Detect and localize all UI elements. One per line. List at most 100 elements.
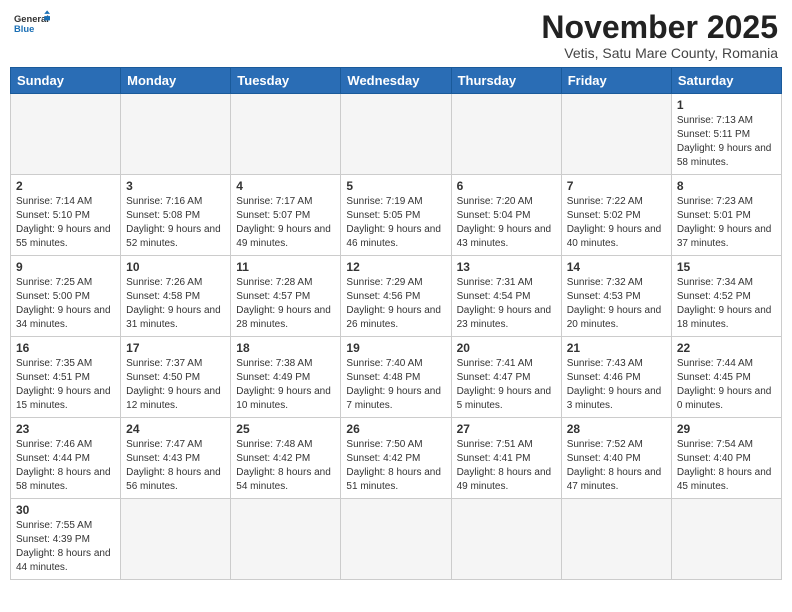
calendar-cell [121, 94, 231, 175]
calendar-cell: 16 Sunrise: 7:35 AM Sunset: 4:51 PM Dayli… [11, 337, 121, 418]
day-number: 14 [567, 260, 666, 274]
day-info: Sunrise: 7:20 AM Sunset: 5:04 PM Dayligh… [457, 195, 556, 251]
day-info: Sunrise: 7:25 AM Sunset: 5:00 PM Dayligh… [16, 276, 115, 332]
day-number: 27 [457, 422, 556, 436]
calendar-cell [341, 94, 451, 175]
calendar-cell: 8 Sunrise: 7:23 AM Sunset: 5:01 PM Daylig… [671, 175, 781, 256]
calendar-cell [671, 499, 781, 580]
day-info: Sunrise: 7:55 AM Sunset: 4:39 PM Dayligh… [16, 519, 115, 575]
day-number: 26 [346, 422, 445, 436]
svg-text:General: General [14, 14, 49, 24]
day-number: 8 [677, 179, 776, 193]
weekday-header-thursday: Thursday [451, 68, 561, 94]
page-header: General Blue November 2025 Vetis, Satu M… [10, 10, 782, 61]
day-number: 11 [236, 260, 335, 274]
day-number: 1 [677, 98, 776, 112]
day-number: 16 [16, 341, 115, 355]
weekday-header-saturday: Saturday [671, 68, 781, 94]
title-block: November 2025 Vetis, Satu Mare County, R… [541, 10, 778, 61]
calendar-cell: 17 Sunrise: 7:37 AM Sunset: 4:50 PM Dayli… [121, 337, 231, 418]
location-subtitle: Vetis, Satu Mare County, Romania [541, 45, 778, 61]
day-info: Sunrise: 7:51 AM Sunset: 4:41 PM Dayligh… [457, 438, 556, 494]
day-number: 12 [346, 260, 445, 274]
calendar-cell: 28Sunrise: 7:52 AM Sunset: 4:40 PM Dayli… [561, 418, 671, 499]
calendar-cell [11, 94, 121, 175]
day-info: Sunrise: 7:16 AM Sunset: 5:08 PM Dayligh… [126, 195, 225, 251]
calendar-week-1: 1 Sunrise: 7:13 AM Sunset: 5:11 PM Daylig… [11, 94, 782, 175]
calendar-week-5: 23Sunrise: 7:46 AM Sunset: 4:44 PM Dayli… [11, 418, 782, 499]
calendar-cell [231, 499, 341, 580]
day-number: 15 [677, 260, 776, 274]
calendar-cell [561, 499, 671, 580]
day-info: Sunrise: 7:38 AM Sunset: 4:49 PM Dayligh… [236, 357, 335, 413]
calendar-cell: 27 Sunrise: 7:51 AM Sunset: 4:41 PM Dayli… [451, 418, 561, 499]
calendar-cell: 7 Sunrise: 7:22 AM Sunset: 5:02 PM Daylig… [561, 175, 671, 256]
weekday-header-sunday: Sunday [11, 68, 121, 94]
calendar-week-6: 30Sunrise: 7:55 AM Sunset: 4:39 PM Dayli… [11, 499, 782, 580]
day-info: Sunrise: 7:22 AM Sunset: 5:02 PM Dayligh… [567, 195, 666, 251]
day-info: Sunrise: 7:52 AM Sunset: 4:40 PM Dayligh… [567, 438, 666, 494]
day-number: 6 [457, 179, 556, 193]
day-number: 5 [346, 179, 445, 193]
day-info: Sunrise: 7:47 AM Sunset: 4:43 PM Dayligh… [126, 438, 225, 494]
month-title: November 2025 [541, 10, 778, 45]
day-number: 18 [236, 341, 335, 355]
day-number: 4 [236, 179, 335, 193]
calendar-cell [561, 94, 671, 175]
day-info: Sunrise: 7:50 AM Sunset: 4:42 PM Dayligh… [346, 438, 445, 494]
calendar-cell: 30Sunrise: 7:55 AM Sunset: 4:39 PM Dayli… [11, 499, 121, 580]
calendar-table: SundayMondayTuesdayWednesdayThursdayFrid… [10, 67, 782, 580]
day-number: 7 [567, 179, 666, 193]
day-info: Sunrise: 7:31 AM Sunset: 4:54 PM Dayligh… [457, 276, 556, 332]
day-info: Sunrise: 7:23 AM Sunset: 5:01 PM Dayligh… [677, 195, 776, 251]
day-number: 22 [677, 341, 776, 355]
calendar-cell: 22 Sunrise: 7:44 AM Sunset: 4:45 PM Dayli… [671, 337, 781, 418]
weekday-header-friday: Friday [561, 68, 671, 94]
calendar-cell: 29 Sunrise: 7:54 AM Sunset: 4:40 PM Dayli… [671, 418, 781, 499]
calendar-cell: 3 Sunrise: 7:16 AM Sunset: 5:08 PM Daylig… [121, 175, 231, 256]
day-info: Sunrise: 7:44 AM Sunset: 4:45 PM Dayligh… [677, 357, 776, 413]
calendar-cell [451, 499, 561, 580]
calendar-cell [121, 499, 231, 580]
day-number: 20 [457, 341, 556, 355]
day-info: Sunrise: 7:32 AM Sunset: 4:53 PM Dayligh… [567, 276, 666, 332]
day-number: 23 [16, 422, 115, 436]
day-number: 21 [567, 341, 666, 355]
day-info: Sunrise: 7:13 AM Sunset: 5:11 PM Dayligh… [677, 114, 776, 170]
day-info: Sunrise: 7:26 AM Sunset: 4:58 PM Dayligh… [126, 276, 225, 332]
calendar-cell: 11Sunrise: 7:28 AM Sunset: 4:57 PM Dayli… [231, 256, 341, 337]
day-number: 10 [126, 260, 225, 274]
weekday-header-tuesday: Tuesday [231, 68, 341, 94]
calendar-cell: 25Sunrise: 7:48 AM Sunset: 4:42 PM Dayli… [231, 418, 341, 499]
day-info: Sunrise: 7:29 AM Sunset: 4:56 PM Dayligh… [346, 276, 445, 332]
calendar-cell [341, 499, 451, 580]
day-info: Sunrise: 7:17 AM Sunset: 5:07 PM Dayligh… [236, 195, 335, 251]
day-number: 25 [236, 422, 335, 436]
day-number: 24 [126, 422, 225, 436]
day-info: Sunrise: 7:35 AM Sunset: 4:51 PM Dayligh… [16, 357, 115, 413]
calendar-cell: 5 Sunrise: 7:19 AM Sunset: 5:05 PM Daylig… [341, 175, 451, 256]
weekday-header-row: SundayMondayTuesdayWednesdayThursdayFrid… [11, 68, 782, 94]
day-number: 2 [16, 179, 115, 193]
day-number: 29 [677, 422, 776, 436]
calendar-week-4: 16 Sunrise: 7:35 AM Sunset: 4:51 PM Dayli… [11, 337, 782, 418]
day-info: Sunrise: 7:54 AM Sunset: 4:40 PM Dayligh… [677, 438, 776, 494]
day-number: 13 [457, 260, 556, 274]
day-info: Sunrise: 7:34 AM Sunset: 4:52 PM Dayligh… [677, 276, 776, 332]
calendar-cell: 14 Sunrise: 7:32 AM Sunset: 4:53 PM Dayli… [561, 256, 671, 337]
svg-text:Blue: Blue [14, 24, 34, 34]
day-number: 9 [16, 260, 115, 274]
day-number: 17 [126, 341, 225, 355]
calendar-cell: 15 Sunrise: 7:34 AM Sunset: 4:52 PM Dayli… [671, 256, 781, 337]
calendar-cell: 18 Sunrise: 7:38 AM Sunset: 4:49 PM Dayli… [231, 337, 341, 418]
calendar-cell: 24 Sunrise: 7:47 AM Sunset: 4:43 PM Dayli… [121, 418, 231, 499]
calendar-cell: 4 Sunrise: 7:17 AM Sunset: 5:07 PM Daylig… [231, 175, 341, 256]
logo: General Blue [14, 10, 50, 38]
day-number: 3 [126, 179, 225, 193]
day-info: Sunrise: 7:19 AM Sunset: 5:05 PM Dayligh… [346, 195, 445, 251]
day-info: Sunrise: 7:37 AM Sunset: 4:50 PM Dayligh… [126, 357, 225, 413]
calendar-cell: 9 Sunrise: 7:25 AM Sunset: 5:00 PM Daylig… [11, 256, 121, 337]
calendar-cell: 1 Sunrise: 7:13 AM Sunset: 5:11 PM Daylig… [671, 94, 781, 175]
calendar-cell: 19Sunrise: 7:40 AM Sunset: 4:48 PM Dayli… [341, 337, 451, 418]
calendar-cell: 10 Sunrise: 7:26 AM Sunset: 4:58 PM Dayli… [121, 256, 231, 337]
